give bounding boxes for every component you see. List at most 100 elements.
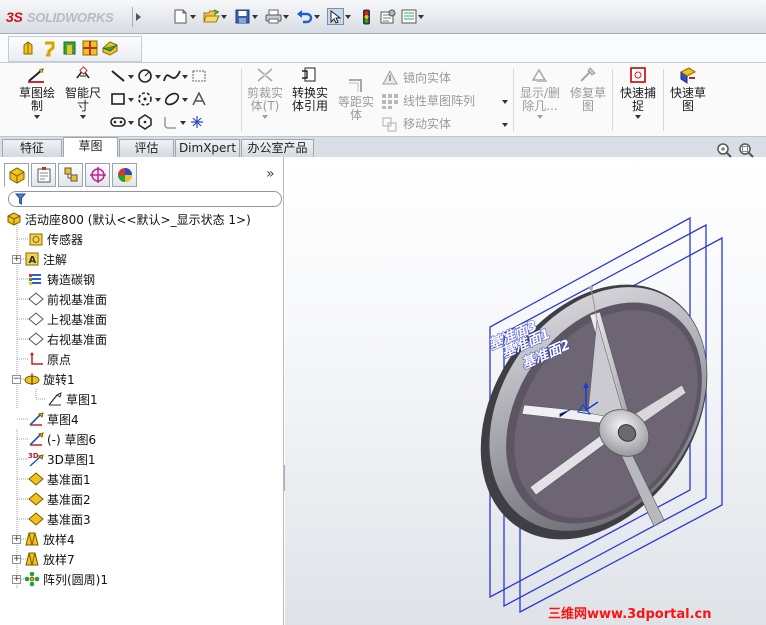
tree-item-loft7[interactable]: + 放样7: [12, 549, 75, 569]
menu-expand-icon[interactable]: [132, 7, 142, 27]
feature-icon-2[interactable]: [41, 39, 59, 60]
display-manager-tab-icon[interactable]: [112, 163, 137, 187]
display-delete-relations-button[interactable]: 显示/删 除几...: [516, 66, 564, 119]
undo-dropdown-icon[interactable]: [313, 8, 321, 25]
feature-icon-1[interactable]: [21, 39, 39, 60]
options-icon[interactable]: [379, 8, 396, 25]
circle-dropdown-icon[interactable]: [154, 67, 162, 85]
feature-tree-filter[interactable]: [8, 191, 282, 207]
tree-item-plane2[interactable]: 基准面2: [28, 489, 91, 509]
tab-sketch[interactable]: 草图: [63, 137, 118, 157]
tree-item-sketch1[interactable]: 草图1: [47, 389, 98, 409]
traffic-light-icon[interactable]: [358, 8, 375, 25]
tab-office-products[interactable]: 办公室产品: [241, 139, 314, 157]
linear-pattern-button[interactable]: 线性草图阵列: [381, 92, 475, 109]
print-icon[interactable]: [265, 8, 282, 25]
point-icon[interactable]: [187, 113, 206, 131]
fillet-dropdown-icon[interactable]: [179, 113, 187, 131]
rectangle-dropdown-icon[interactable]: [127, 90, 135, 108]
save-icon[interactable]: [234, 8, 251, 25]
tree-item-loft4[interactable]: + 放样4: [12, 529, 75, 549]
open-folder-icon[interactable]: [203, 8, 220, 25]
new-document-icon[interactable]: [172, 8, 189, 25]
tree-item-right-plane[interactable]: 右视基准面: [28, 329, 107, 349]
tree-item-circular-pattern1[interactable]: + 阵列(圆周)1: [12, 569, 108, 589]
expand-icon[interactable]: +: [12, 534, 21, 544]
tree-item-annotations[interactable]: + A 注解: [12, 249, 67, 269]
move-entities-button[interactable]: 移动实体: [381, 115, 451, 132]
expand-icon[interactable]: +: [12, 554, 21, 564]
spline-dropdown-icon[interactable]: [181, 67, 189, 85]
expand-icon[interactable]: +: [12, 254, 21, 264]
tree-item-top-plane[interactable]: 上视基准面: [28, 309, 107, 329]
tree-item-front-plane[interactable]: 前视基准面: [28, 289, 107, 309]
configuration-manager-tab-icon[interactable]: [58, 163, 83, 187]
select-arrow-icon[interactable]: [327, 8, 344, 25]
spline-icon[interactable]: [162, 67, 181, 85]
text-icon[interactable]: [189, 90, 208, 108]
graphics-viewport[interactable]: 基准面3 基准面1 基准面2: [285, 157, 766, 625]
ellipse-dropdown-icon[interactable]: [181, 90, 189, 108]
list-icon[interactable]: [400, 8, 417, 25]
sketch-dropdown-icon[interactable]: [34, 115, 40, 119]
quick-snaps-button[interactable]: 快速捕 捉: [616, 66, 660, 119]
ellipse-icon[interactable]: [162, 90, 181, 108]
tree-item-sketch4[interactable]: 草图4: [28, 409, 79, 429]
tree-item-sensors[interactable]: 传感器: [28, 229, 83, 249]
tree-item-sketch6[interactable]: (-) 草图6: [28, 429, 96, 449]
feature-icon-3[interactable]: [61, 39, 79, 60]
print-dropdown-icon[interactable]: [282, 8, 290, 25]
line-dropdown-icon[interactable]: [127, 67, 135, 85]
tree-item-origin[interactable]: 原点: [28, 349, 71, 369]
feature-icon-4[interactable]: [81, 39, 99, 60]
linear-pattern-dropdown-icon[interactable]: [501, 92, 509, 110]
linear-pattern-dropdown[interactable]: [501, 92, 509, 110]
tab-features[interactable]: 特征: [2, 139, 62, 157]
tree-item-plane3[interactable]: 基准面3: [28, 509, 91, 529]
open-dropdown-icon[interactable]: [220, 8, 228, 25]
line-icon[interactable]: [108, 67, 127, 85]
polygon-icon[interactable]: [135, 113, 154, 131]
tab-dimxpert[interactable]: DimXpert: [175, 139, 240, 157]
tree-item-3d-sketch1[interactable]: 3D 3D草图1: [28, 449, 96, 469]
zoom-to-fit-icon[interactable]: [716, 142, 732, 161]
zoom-to-area-icon[interactable]: [738, 142, 754, 161]
feature-manager-tab-icon[interactable]: [4, 163, 29, 187]
slot-icon[interactable]: [108, 113, 127, 131]
property-manager-tab-icon[interactable]: [31, 163, 56, 187]
circle-icon[interactable]: [135, 67, 154, 85]
tree-root[interactable]: 活动座800 (默认<<默认>_显示状态 1>): [6, 209, 251, 229]
slot-dropdown-icon[interactable]: [127, 113, 135, 131]
trim-dropdown-icon[interactable]: [262, 115, 268, 119]
move-entities-dropdown[interactable]: [501, 115, 509, 133]
rapid-sketch-button[interactable]: 快速草 图: [666, 66, 710, 113]
construction-geometry-icon[interactable]: [189, 67, 208, 85]
save-dropdown-icon[interactable]: [251, 8, 259, 25]
select-dropdown-icon[interactable]: [344, 8, 352, 25]
arc-icon[interactable]: [135, 90, 154, 108]
smart-dimension-button[interactable]: 智能尺 寸: [61, 66, 105, 119]
collapse-icon[interactable]: −: [12, 374, 21, 384]
solidworks-logo[interactable]: 3S SOLIDWORKS: [6, 9, 114, 25]
expand-icon[interactable]: +: [12, 574, 21, 584]
panel-expand-button[interactable]: »: [266, 166, 275, 182]
smart-dimension-dropdown-icon[interactable]: [80, 115, 86, 119]
arc-dropdown-icon[interactable]: [154, 90, 162, 108]
quick-snaps-dropdown-icon[interactable]: [635, 115, 641, 119]
mirror-entities-button[interactable]: 镜向实体: [381, 69, 451, 86]
tree-item-revolve1[interactable]: − 旋转1: [12, 369, 75, 389]
tab-evaluate[interactable]: 评估: [119, 139, 174, 157]
list-dropdown-icon[interactable]: [417, 8, 425, 25]
tree-item-material[interactable]: 铸造碳钢: [28, 269, 95, 289]
rectangle-icon[interactable]: [108, 90, 127, 108]
convert-entities-button[interactable]: 转换实 体引用: [288, 66, 332, 113]
model-view[interactable]: 基准面3 基准面1 基准面2: [285, 157, 766, 625]
fillet-icon[interactable]: [160, 113, 179, 131]
trim-button[interactable]: 剪裁实 体(T): [245, 66, 285, 119]
move-dropdown-icon[interactable]: [501, 115, 509, 133]
repair-sketch-button[interactable]: 修复草 图: [568, 66, 608, 113]
undo-icon[interactable]: [296, 8, 313, 25]
tree-item-plane1[interactable]: 基准面1: [28, 469, 91, 489]
offset-entities-button[interactable]: 等距实 体: [334, 77, 378, 122]
new-dropdown-icon[interactable]: [189, 8, 197, 25]
